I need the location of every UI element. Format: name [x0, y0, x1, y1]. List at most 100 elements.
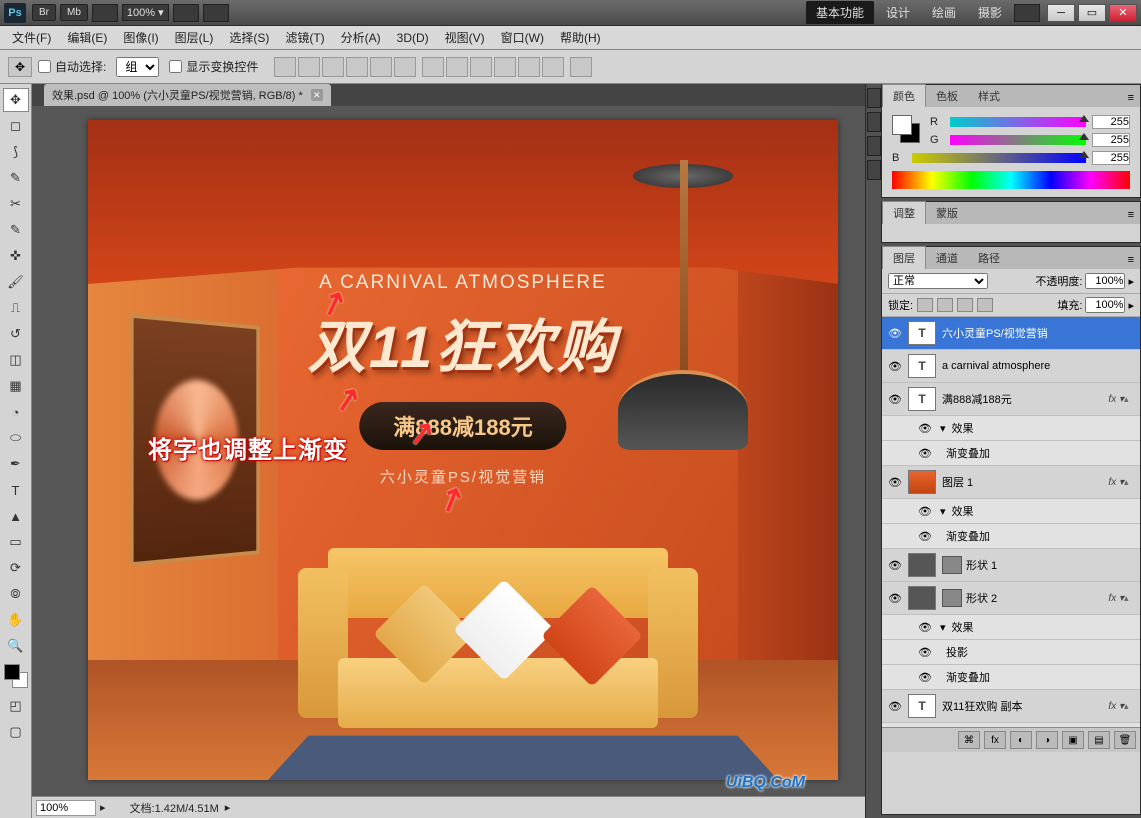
3d-tool[interactable]: ⟳: [3, 556, 29, 580]
panel-menu-icon[interactable]: ≡: [1122, 251, 1140, 269]
layer-effect-row[interactable]: 👁▾效果: [882, 499, 1140, 524]
layer-name[interactable]: 六小灵童PS/视觉营销: [942, 325, 1136, 341]
layer-row[interactable]: 👁T双11狂欢购 副本fx ▾▴: [882, 690, 1140, 723]
collapsed-panel-icon[interactable]: [867, 160, 881, 180]
status-zoom-input[interactable]: [36, 800, 96, 816]
menu-image[interactable]: 图像(I): [115, 26, 166, 49]
layer-row[interactable]: 👁形状 1: [882, 549, 1140, 582]
menu-3d[interactable]: 3D(D): [389, 28, 437, 48]
lasso-tool[interactable]: ⟆: [3, 140, 29, 164]
view-extras-dropdown[interactable]: [92, 4, 118, 22]
b-input[interactable]: [1092, 151, 1130, 165]
layer-thumbnail[interactable]: T: [908, 387, 936, 411]
align-right-icon[interactable]: [394, 57, 416, 77]
layer-list[interactable]: 👁T六小灵童PS/视觉营销👁Ta carnival atmosphere👁T满8…: [882, 317, 1140, 727]
fill-input[interactable]: [1085, 297, 1125, 313]
layer-name[interactable]: 满888减188元: [942, 391, 1104, 407]
link-layers-icon[interactable]: ⌘: [958, 731, 980, 749]
layer-effect-row[interactable]: 👁▾效果: [882, 416, 1140, 441]
zoom-tool[interactable]: 🔍: [3, 634, 29, 658]
visibility-eye-icon[interactable]: 👁: [886, 359, 904, 373]
vector-mask-thumb[interactable]: [942, 589, 962, 607]
close-tab-icon[interactable]: ✕: [311, 89, 323, 101]
minibridge-button[interactable]: Mb: [60, 4, 88, 21]
lock-all-icon[interactable]: [977, 298, 993, 312]
close-button[interactable]: ✕: [1109, 4, 1137, 22]
blend-mode-select[interactable]: 正常: [888, 273, 988, 289]
lock-transparency-icon[interactable]: [917, 298, 933, 312]
crop-tool[interactable]: ✂: [3, 192, 29, 216]
maximize-button[interactable]: ▭: [1078, 4, 1106, 22]
menu-select[interactable]: 选择(S): [221, 26, 277, 49]
menu-edit[interactable]: 编辑(E): [59, 26, 115, 49]
move-tool-icon[interactable]: ✥: [8, 57, 32, 77]
history-brush-tool[interactable]: ↺: [3, 322, 29, 346]
new-group-icon[interactable]: ▣: [1062, 731, 1084, 749]
lock-position-icon[interactable]: [957, 298, 973, 312]
layer-thumbnail[interactable]: T: [908, 694, 936, 718]
zoom-select[interactable]: 100% ▾: [122, 4, 169, 21]
layer-effect-row[interactable]: 👁渐变叠加: [882, 441, 1140, 466]
marquee-tool[interactable]: ◻: [3, 114, 29, 138]
fx-badge[interactable]: fx ▾: [1108, 477, 1124, 488]
layer-thumbnail[interactable]: [908, 470, 936, 494]
layer-name[interactable]: 双11狂欢购 副本: [942, 698, 1104, 714]
workspace-essentials[interactable]: 基本功能: [806, 1, 874, 24]
visibility-eye-icon[interactable]: 👁: [916, 620, 934, 634]
tab-adjustments[interactable]: 调整: [882, 201, 926, 224]
dodge-tool[interactable]: ⬭: [3, 426, 29, 450]
layer-effect-row[interactable]: 👁渐变叠加: [882, 524, 1140, 549]
color-picker-swatch[interactable]: [892, 115, 920, 143]
menu-view[interactable]: 视图(V): [437, 26, 493, 49]
workspace-design[interactable]: 设计: [876, 1, 920, 24]
distribute-right-icon[interactable]: [542, 57, 564, 77]
menu-analysis[interactable]: 分析(A): [333, 26, 389, 49]
auto-align-icon[interactable]: [570, 57, 592, 77]
align-top-icon[interactable]: [274, 57, 296, 77]
panel-menu-icon[interactable]: ≡: [1122, 89, 1140, 107]
layer-row[interactable]: 👁Ta carnival atmosphere: [882, 350, 1140, 383]
arrange-dropdown[interactable]: [173, 4, 199, 22]
document-tab[interactable]: 效果.psd @ 100% (六小灵童PS/视觉营销, RGB/8) * ✕: [44, 84, 331, 106]
collapsed-panel-icon[interactable]: [867, 136, 881, 156]
layer-row[interactable]: 👁T六小灵童PS/视觉营销: [882, 317, 1140, 350]
layer-row[interactable]: 👁T满888减188元fx ▾▴: [882, 383, 1140, 416]
menu-window[interactable]: 窗口(W): [493, 26, 552, 49]
visibility-eye-icon[interactable]: 👁: [916, 529, 934, 543]
menu-layer[interactable]: 图层(L): [167, 26, 222, 49]
brush-tool[interactable]: 🖌: [3, 270, 29, 294]
rectangle-tool[interactable]: ▭: [3, 530, 29, 554]
distribute-hcenter-icon[interactable]: [518, 57, 540, 77]
gradient-tool[interactable]: ▦: [3, 374, 29, 398]
visibility-eye-icon[interactable]: 👁: [886, 558, 904, 572]
layer-thumbnail[interactable]: [908, 586, 936, 610]
layer-name[interactable]: a carnival atmosphere: [942, 360, 1136, 372]
show-transform-checkbox[interactable]: 显示变换控件: [169, 58, 258, 75]
pen-tool[interactable]: ✒: [3, 452, 29, 476]
layer-fx-icon[interactable]: fx: [984, 731, 1006, 749]
distribute-bottom-icon[interactable]: [470, 57, 492, 77]
screenmode-tool[interactable]: ▢: [3, 720, 29, 744]
quickselect-tool[interactable]: ✎: [3, 166, 29, 190]
new-layer-icon[interactable]: ▤: [1088, 731, 1110, 749]
distribute-top-icon[interactable]: [422, 57, 444, 77]
visibility-eye-icon[interactable]: 👁: [886, 591, 904, 605]
opacity-input[interactable]: [1085, 273, 1125, 289]
quickmask-tool[interactable]: ◰: [3, 694, 29, 718]
stamp-tool[interactable]: ⎍: [3, 296, 29, 320]
r-input[interactable]: [1092, 115, 1130, 129]
lock-pixels-icon[interactable]: [937, 298, 953, 312]
visibility-eye-icon[interactable]: 👁: [916, 504, 934, 518]
tab-layers[interactable]: 图层: [882, 246, 926, 269]
collapsed-panel-icon[interactable]: [867, 112, 881, 132]
healing-tool[interactable]: ✜: [3, 244, 29, 268]
visibility-eye-icon[interactable]: 👁: [916, 670, 934, 684]
tab-channels[interactable]: 通道: [926, 247, 968, 269]
g-slider[interactable]: [950, 135, 1086, 145]
layer-name[interactable]: 图层 1: [942, 474, 1104, 490]
tab-color[interactable]: 颜色: [882, 84, 926, 107]
collapsed-panel-icon[interactable]: [867, 88, 881, 108]
path-select-tool[interactable]: ▲: [3, 504, 29, 528]
align-bottom-icon[interactable]: [322, 57, 344, 77]
layer-row[interactable]: 👁图层 1fx ▾▴: [882, 466, 1140, 499]
